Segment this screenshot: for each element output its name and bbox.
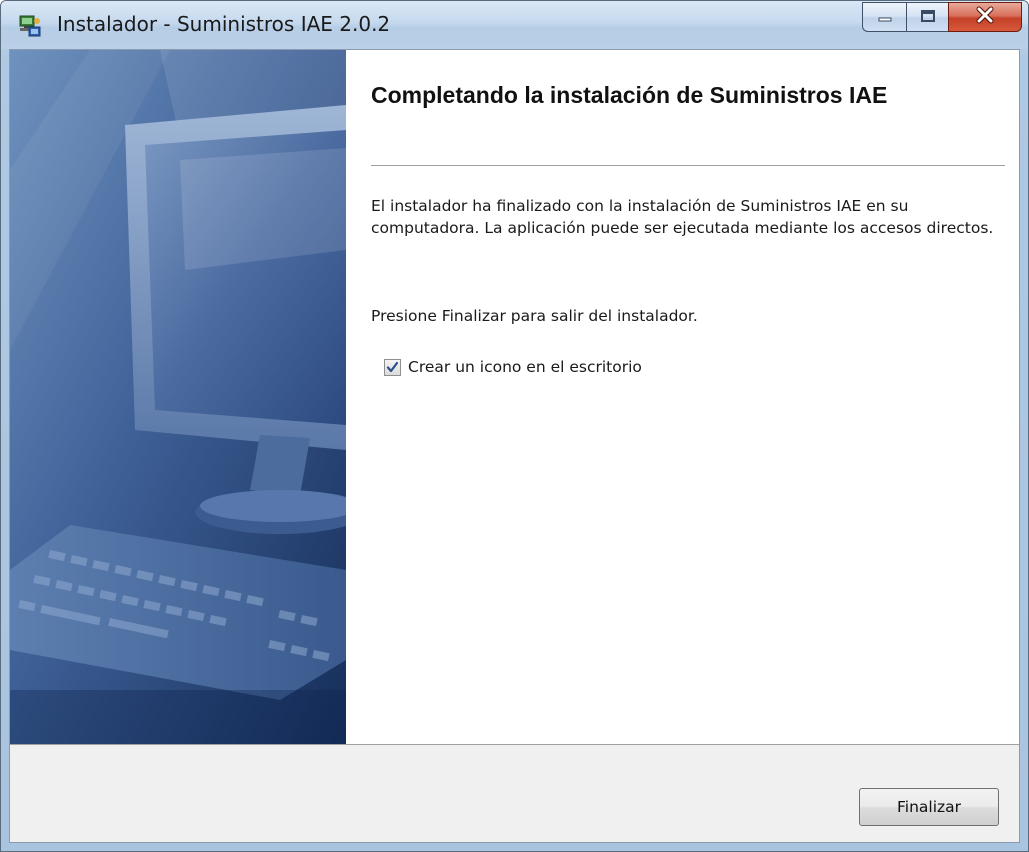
window-title: Instalador - Suministros IAE 2.0.2 [57, 12, 391, 36]
wizard-client-area: Completando la instalación de Suministro… [9, 49, 1020, 843]
maximize-icon [920, 8, 936, 27]
desktop-icon-checkbox-label: Crear un icono en el escritorio [408, 358, 642, 376]
page-title: Completando la instalación de Suministro… [371, 82, 888, 108]
title-divider [371, 165, 1005, 166]
caption-buttons [862, 2, 1022, 32]
close-button[interactable] [948, 2, 1022, 32]
finish-instruction: Presione Finalizar para salir del instal… [371, 307, 698, 325]
wizard-footer: Finalizar [10, 744, 1019, 842]
installer-icon [17, 13, 43, 39]
title-bar[interactable]: Instalador - Suministros IAE 2.0.2 [1, 1, 1028, 49]
checkmark-icon [386, 361, 399, 372]
close-icon [975, 6, 995, 28]
desktop-icon-option[interactable]: Crear un icono en el escritorio [384, 358, 642, 376]
installer-window: Instalador - Suministros IAE 2.0.2 Compl… [0, 0, 1029, 852]
wizard-side-image [10, 50, 346, 744]
completion-message: El instalador ha finalizado con la insta… [371, 197, 994, 237]
wizard-content: Completando la instalación de Suministro… [346, 50, 1019, 744]
desktop-icon-checkbox[interactable] [384, 358, 401, 376]
finish-button[interactable]: Finalizar [859, 788, 999, 826]
maximize-button[interactable] [906, 2, 948, 32]
minimize-icon [877, 8, 893, 27]
minimize-button[interactable] [862, 2, 906, 32]
